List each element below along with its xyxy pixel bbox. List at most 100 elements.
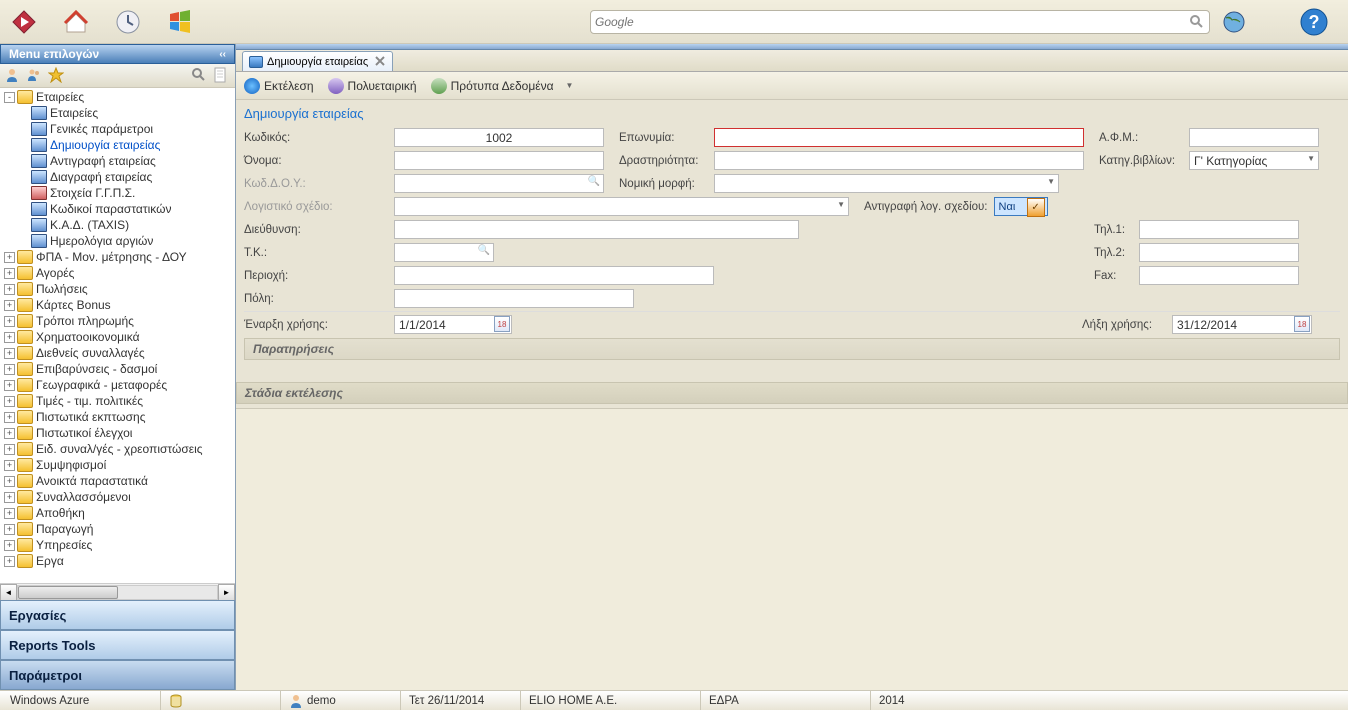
tree-item[interactable]: +Παραγωγή xyxy=(0,521,235,537)
horizontal-scrollbar[interactable]: ◄ ► xyxy=(0,583,235,600)
close-icon[interactable] xyxy=(374,55,388,69)
end-date-input[interactable] xyxy=(1172,315,1312,334)
fax-input[interactable] xyxy=(1139,266,1299,285)
tree-item[interactable]: +ΦΠΑ - Μον. μέτρησης - ΔΟΥ xyxy=(0,249,235,265)
scroll-right-icon[interactable]: ► xyxy=(218,584,235,601)
expand-icon[interactable]: + xyxy=(4,476,15,487)
tree-item[interactable]: Διαγραφή εταιρείας xyxy=(0,169,235,185)
expand-icon[interactable]: + xyxy=(4,268,15,279)
app-logo-icon[interactable] xyxy=(8,6,40,38)
expand-icon[interactable]: + xyxy=(4,380,15,391)
afm-input[interactable] xyxy=(1189,128,1319,147)
tree-item[interactable]: +Χρηματοοικονομικά xyxy=(0,329,235,345)
expand-icon[interactable]: + xyxy=(4,492,15,503)
tree-item[interactable]: Κ.Α.Δ. (TAXIS) xyxy=(0,217,235,233)
tree-item[interactable]: +Τρόποι πληρωμής xyxy=(0,313,235,329)
accordion-reports[interactable]: Reports Tools xyxy=(0,630,235,660)
name-input[interactable] xyxy=(394,151,604,170)
tree-item[interactable]: +Αγορές xyxy=(0,265,235,281)
tree-item[interactable]: Ημερολόγια αργιών xyxy=(0,233,235,249)
expand-icon[interactable]: + xyxy=(4,556,15,567)
expand-icon[interactable]: + xyxy=(4,508,15,519)
tree-item[interactable]: +Πιστωτικοί έλεγχοι xyxy=(0,425,235,441)
tab-create-company[interactable]: Δημιουργία εταιρείας xyxy=(242,51,393,71)
expand-icon[interactable]: + xyxy=(4,300,15,311)
calendar-icon[interactable]: 18 xyxy=(1294,316,1310,332)
eponymia-input[interactable] xyxy=(714,128,1084,147)
scroll-left-icon[interactable]: ◄ xyxy=(0,584,17,601)
expand-icon[interactable]: + xyxy=(4,540,15,551)
accordion-ergasies[interactable]: Εργασίες xyxy=(0,600,235,630)
scroll-thumb[interactable] xyxy=(18,586,118,599)
tree-item[interactable]: +Ειδ. συναλ/γές - χρεοπιστώσεις xyxy=(0,441,235,457)
tree-item[interactable]: +Διεθνείς συναλλαγές xyxy=(0,345,235,361)
tree-item[interactable]: Εταιρείες xyxy=(0,105,235,121)
windows-icon[interactable] xyxy=(164,6,196,38)
expand-icon[interactable]: + xyxy=(4,316,15,327)
star-icon[interactable] xyxy=(48,67,66,85)
expand-icon[interactable]: + xyxy=(4,396,15,407)
search-small-icon[interactable] xyxy=(191,67,209,85)
tree-item[interactable]: +Εργα xyxy=(0,553,235,569)
accordion-parametroi[interactable]: Παράμετροι xyxy=(0,660,235,690)
expand-icon[interactable]: + xyxy=(4,252,15,263)
collapse-icon[interactable]: - xyxy=(4,92,15,103)
search-box[interactable] xyxy=(590,10,1210,34)
tree-item[interactable]: +Τιμές - τιμ. πολιτικές xyxy=(0,393,235,409)
tree-item[interactable]: +Ανοικτά παραστατικά xyxy=(0,473,235,489)
search-icon[interactable] xyxy=(1189,14,1205,30)
tree-item[interactable]: Στοιχεία Γ.Γ.Π.Σ. xyxy=(0,185,235,201)
tree-item[interactable]: +Υπηρεσίες xyxy=(0,537,235,553)
tree-item[interactable]: +Συμψηφισμοί xyxy=(0,457,235,473)
expand-icon[interactable]: + xyxy=(4,332,15,343)
tree-item[interactable]: +Πιστωτικά εκπτωσης xyxy=(0,409,235,425)
calendar-icon[interactable]: 18 xyxy=(494,316,510,332)
tree-item[interactable]: +Συναλλασσόμενοι xyxy=(0,489,235,505)
tree-item[interactable]: Γενικές παράμετροι xyxy=(0,121,235,137)
tel2-input[interactable] xyxy=(1139,243,1299,262)
template-data-button[interactable]: Πρότυπα Δεδομένα ▼ xyxy=(431,78,574,94)
multicompany-button[interactable]: Πολυεταιρική xyxy=(328,78,417,94)
collapse-icon[interactable]: ‹‹ xyxy=(219,49,226,60)
address-input[interactable] xyxy=(394,220,799,239)
activity-input[interactable] xyxy=(714,151,1084,170)
clock-icon[interactable] xyxy=(112,6,144,38)
expand-icon[interactable]: + xyxy=(4,348,15,359)
tree-item[interactable]: +Γεωγραφικά - μεταφορές xyxy=(0,377,235,393)
label-end: Λήξη χρήσης: xyxy=(1082,319,1172,331)
user-icon[interactable] xyxy=(4,67,22,85)
tree-item[interactable]: +Κάρτες Bonus xyxy=(0,297,235,313)
city-input[interactable] xyxy=(394,289,634,308)
tree-item[interactable]: Κωδικοί παραστατικών xyxy=(0,201,235,217)
home-icon[interactable] xyxy=(60,6,92,38)
tk-input[interactable] xyxy=(394,243,494,262)
expand-icon[interactable]: + xyxy=(4,428,15,439)
expand-icon[interactable]: + xyxy=(4,364,15,375)
users-icon[interactable] xyxy=(26,67,44,85)
doy-input[interactable] xyxy=(394,174,604,193)
run-button[interactable]: Εκτέλεση xyxy=(244,78,314,94)
tree-item[interactable]: Δημιουργία εταιρείας xyxy=(0,137,235,153)
tree-item[interactable]: Αντιγραφή εταιρείας xyxy=(0,153,235,169)
expand-icon[interactable]: + xyxy=(4,460,15,471)
help-icon[interactable]: ? xyxy=(1298,6,1330,38)
expand-icon[interactable]: + xyxy=(4,444,15,455)
document-icon[interactable] xyxy=(213,67,231,85)
tree-item[interactable]: -Εταιρείες xyxy=(0,89,235,105)
globe-icon[interactable] xyxy=(1218,6,1250,38)
tree-item[interactable]: +Πωλήσεις xyxy=(0,281,235,297)
expand-icon[interactable]: + xyxy=(4,412,15,423)
region-input[interactable] xyxy=(394,266,714,285)
tel1-input[interactable] xyxy=(1139,220,1299,239)
accplan-select[interactable] xyxy=(394,197,849,216)
legal-select[interactable] xyxy=(714,174,1059,193)
copyacc-toggle[interactable]: Ναι xyxy=(994,197,1048,216)
expand-icon[interactable]: + xyxy=(4,524,15,535)
status-azure: Windows Azure xyxy=(0,691,160,710)
search-input[interactable] xyxy=(595,15,1189,29)
bookcat-select[interactable] xyxy=(1189,151,1319,170)
tree-item[interactable]: +Αποθήκη xyxy=(0,505,235,521)
tree-item[interactable]: +Επιβαρύνσεις - δασμοί xyxy=(0,361,235,377)
code-input[interactable] xyxy=(394,128,604,147)
expand-icon[interactable]: + xyxy=(4,284,15,295)
